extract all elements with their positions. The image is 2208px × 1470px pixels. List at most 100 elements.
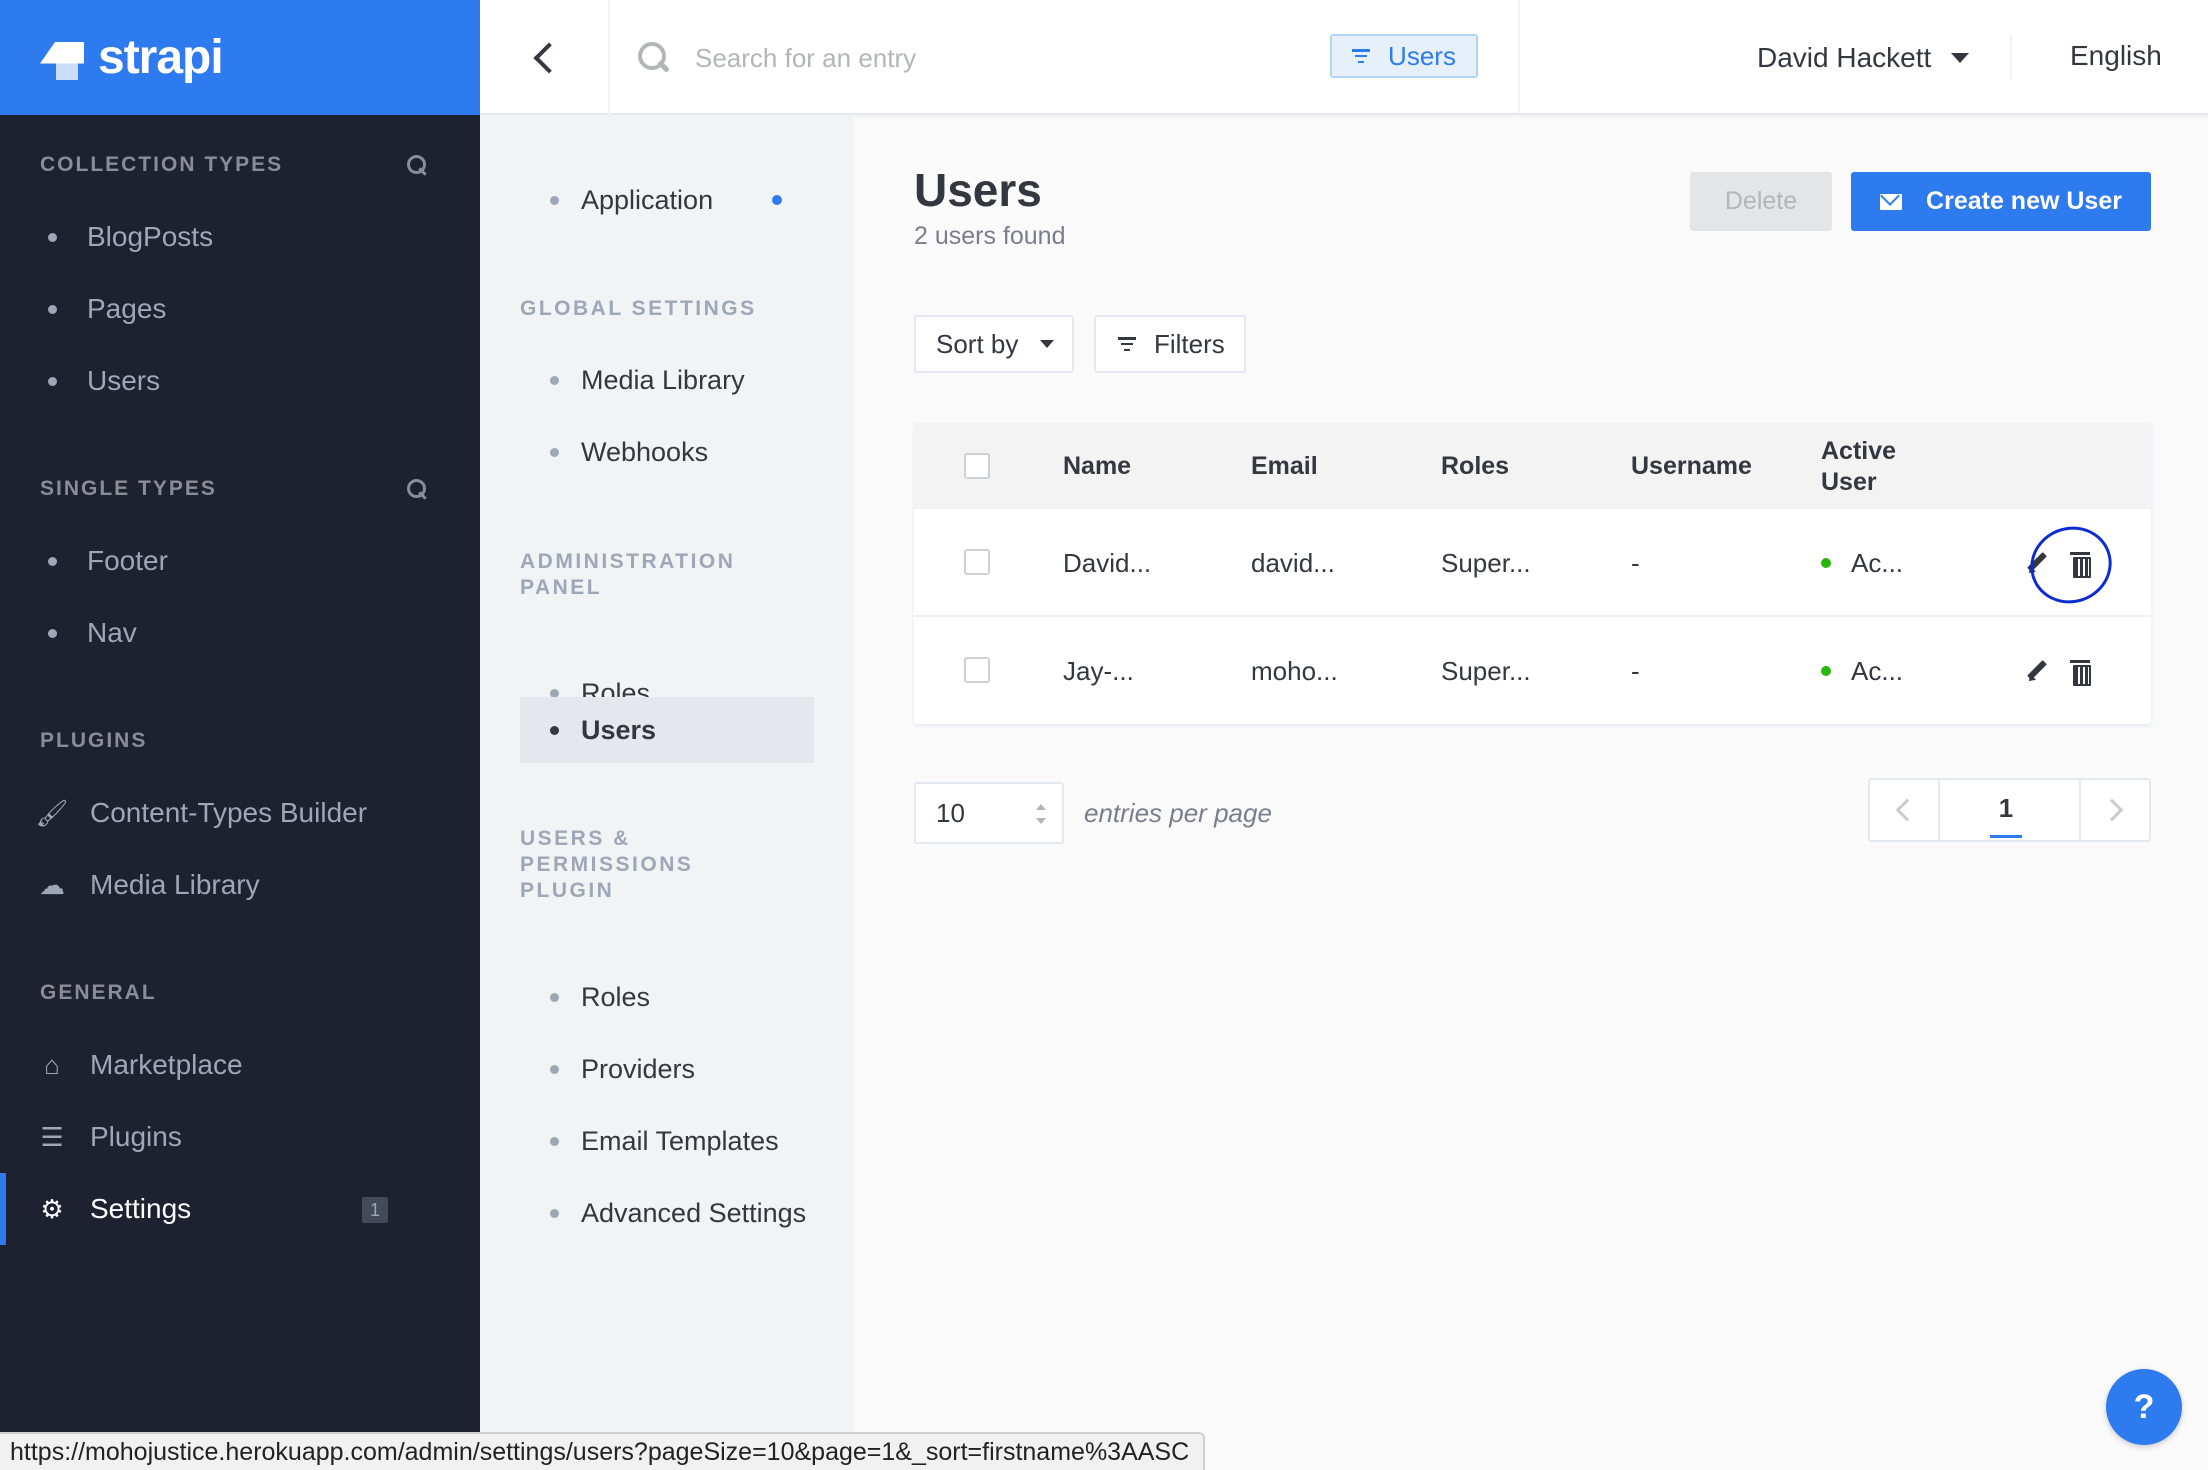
row-checkbox[interactable]	[964, 549, 990, 575]
search-context-label: Users	[1388, 40, 1456, 71]
sidebar-item-users[interactable]: Users	[0, 345, 480, 417]
sidebar-item-footer[interactable]: Footer	[0, 525, 480, 597]
sidebar-section-plugins: Plugins 🖌︎ Content-Types Builder ☁︎ Medi…	[0, 721, 480, 921]
column-header-name[interactable]: Name	[1063, 451, 1131, 482]
settings-nav-admin-users[interactable]: Users	[520, 697, 814, 763]
caret-down-icon	[1951, 53, 1970, 63]
sidebar-item-settings[interactable]: ⚙︎ Settings 1	[0, 1173, 480, 1245]
column-header-username[interactable]: Username	[1631, 451, 1752, 482]
chevron-left-icon	[1895, 798, 1919, 822]
search-context-filter[interactable]: Users	[1330, 34, 1478, 78]
bullet-icon	[550, 1064, 559, 1074]
top-header: Users David Hackett English	[480, 0, 2208, 115]
notification-dot	[772, 195, 782, 205]
settings-nav-label: Webhooks	[581, 436, 709, 467]
header-divider	[1518, 0, 1520, 113]
bullet-icon	[550, 375, 559, 385]
settings-nav-email-templates[interactable]: Email Templates	[520, 1108, 814, 1174]
paintbrush-icon: 🖌︎	[35, 797, 69, 828]
active-status-dot	[1821, 666, 1831, 676]
sidebar-item-label: Media Library	[90, 869, 260, 900]
delete-button[interactable]: Delete	[1690, 172, 1832, 231]
edit-icon[interactable]	[2026, 661, 2048, 683]
table-row[interactable]: Jay-... moho... Super... - Ac...	[914, 617, 2151, 725]
create-user-label: Create new User	[1926, 187, 2122, 215]
next-page-button[interactable]	[2079, 780, 2149, 840]
sidebar-item-media-library[interactable]: ☁︎ Media Library	[0, 849, 480, 921]
gear-icon: ⚙︎	[40, 1193, 64, 1224]
active-status-dot	[1821, 558, 1831, 568]
user-name: David Hackett	[1757, 42, 1932, 73]
settings-nav-media-library[interactable]: Media Library	[520, 347, 814, 413]
main-sidebar: strapi Collection Types BlogPosts Pages …	[0, 0, 480, 1470]
settings-nav-advanced-settings[interactable]: Advanced Settings	[520, 1180, 814, 1246]
settings-nav-up-roles[interactable]: Roles	[520, 964, 814, 1030]
settings-nav-providers[interactable]: Providers	[520, 1036, 814, 1102]
bullet-icon	[48, 232, 57, 242]
list-icon: ☰	[40, 1121, 64, 1152]
basket-icon: ⌂	[44, 1049, 60, 1080]
previous-page-button[interactable]	[1870, 780, 1940, 840]
browser-status-url: https://mohojustice.herokuapp.com/admin/…	[0, 1432, 1206, 1470]
help-button[interactable]: ?	[2106, 1369, 2182, 1445]
sidebar-item-label: Users	[87, 365, 161, 396]
row-checkbox[interactable]	[964, 657, 990, 683]
user-menu[interactable]: David Hackett	[1757, 38, 1970, 78]
bullet-icon	[48, 628, 57, 638]
sidebar-item-content-types-builder[interactable]: 🖌︎ Content-Types Builder	[0, 777, 480, 849]
search-icon[interactable]	[406, 478, 428, 500]
spinner-arrows-icon	[1036, 804, 1046, 824]
envelope-icon	[1880, 193, 1903, 210]
settings-nav-label: Roles	[581, 981, 651, 1012]
current-page-button[interactable]: 1	[1990, 793, 2022, 838]
create-user-button[interactable]: Create new User	[1851, 172, 2151, 231]
filter-icon	[1118, 337, 1136, 351]
cell-username: -	[1631, 547, 1640, 578]
page-title: Users	[914, 164, 1042, 216]
cell-active-user: Ac...	[1821, 617, 1903, 725]
sidebar-item-label: Footer	[87, 545, 168, 576]
sidebar-item-blogposts[interactable]: BlogPosts	[0, 201, 480, 273]
bullet-icon	[550, 725, 559, 735]
filter-icon	[1352, 49, 1371, 63]
search-icon[interactable]	[406, 154, 428, 176]
select-all-checkbox[interactable]	[964, 453, 990, 479]
brand-logo[interactable]: strapi	[0, 0, 480, 115]
sidebar-item-marketplace[interactable]: ⌂ Marketplace	[0, 1029, 480, 1101]
page-size-value: 10	[936, 797, 965, 828]
filters-label: Filters	[1154, 328, 1225, 359]
sidebar-item-label: Marketplace	[90, 1049, 243, 1080]
settings-nav-label: Advanced Settings	[581, 1197, 807, 1228]
cell-roles: Super...	[1441, 655, 1531, 686]
sort-label: Sort by	[936, 328, 1019, 359]
sidebar-item-nav[interactable]: Nav	[0, 597, 480, 669]
bullet-icon	[550, 1208, 559, 1218]
sidebar-item-label: Settings	[90, 1193, 192, 1224]
sidebar-section-single-types: Single Types Footer Nav	[0, 469, 480, 669]
column-header-email[interactable]: Email	[1251, 451, 1318, 482]
bullet-icon	[550, 992, 559, 1002]
trash-icon[interactable]	[2070, 660, 2091, 686]
settings-nav-webhooks[interactable]: Webhooks	[520, 419, 814, 485]
sidebar-item-pages[interactable]: Pages	[0, 273, 480, 345]
language-switcher[interactable]: English	[2070, 40, 2162, 72]
settings-section-title: Global Settings	[520, 297, 757, 320]
back-button[interactable]	[480, 0, 610, 115]
search-input[interactable]	[695, 35, 1255, 81]
users-table: Name Email Roles Username Active User Da…	[914, 423, 2151, 724]
results-count: 2 users found	[914, 222, 1066, 250]
table-header: Name Email Roles Username Active User	[914, 423, 2151, 509]
section-title: Single Types	[40, 477, 217, 500]
cell-roles: Super...	[1441, 547, 1531, 578]
page-size-select[interactable]: 10	[914, 782, 1064, 844]
table-row[interactable]: David... david... Super... - Ac...	[914, 509, 2151, 617]
column-header-roles[interactable]: Roles	[1441, 451, 1509, 482]
brand-name: strapi	[98, 31, 224, 84]
filters-button[interactable]: Filters	[1094, 315, 1246, 373]
sidebar-item-label: Pages	[87, 293, 167, 324]
sidebar-item-plugins[interactable]: ☰ Plugins	[0, 1101, 480, 1173]
column-header-active-user[interactable]: Active User	[1821, 436, 1921, 498]
header-divider	[2010, 34, 2012, 80]
settings-nav-application[interactable]: Application	[520, 167, 814, 233]
sort-dropdown[interactable]: Sort by	[914, 315, 1074, 373]
